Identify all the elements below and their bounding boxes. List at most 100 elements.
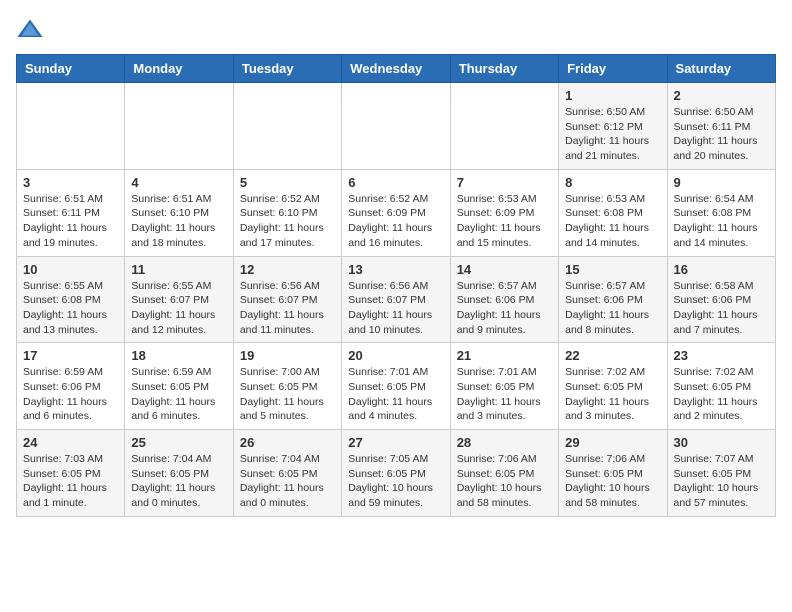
day-number: 20 xyxy=(348,348,443,363)
calendar-cell: 15 Sunrise: 6:57 AM Sunset: 6:06 PM Dayli… xyxy=(559,256,667,343)
calendar-cell: 28 Sunrise: 7:06 AM Sunset: 6:05 PM Dayli… xyxy=(450,430,558,517)
day-number: 26 xyxy=(240,435,335,450)
day-number: 21 xyxy=(457,348,552,363)
day-number: 2 xyxy=(674,88,769,103)
day-info: Sunrise: 7:00 AM Sunset: 6:05 PM Dayligh… xyxy=(240,365,335,424)
calendar-cell: 20Sunrise: 7:01 AM Sunset: 6:05 PM Dayli… xyxy=(342,343,450,430)
calendar-cell: 2 Sunrise: 6:50 AM Sunset: 6:11 PM Daylig… xyxy=(667,83,775,170)
day-number: 15 xyxy=(565,262,660,277)
calendar-week-row: 17 Sunrise: 6:59 AM Sunset: 6:06 PM Dayli… xyxy=(17,343,776,430)
day-number: 9 xyxy=(674,175,769,190)
calendar-cell: 7 Sunrise: 6:53 AM Sunset: 6:09 PM Daylig… xyxy=(450,169,558,256)
calendar-table: SundayMondayTuesdayWednesdayThursdayFrid… xyxy=(16,54,776,517)
calendar-cell: 19 Sunrise: 7:00 AM Sunset: 6:05 PM Dayli… xyxy=(233,343,341,430)
day-number: 24 xyxy=(23,435,118,450)
calendar-cell: 22Sunrise: 7:02 AM Sunset: 6:05 PM Dayli… xyxy=(559,343,667,430)
calendar-cell: 18 Sunrise: 6:59 AM Sunset: 6:05 PM Dayli… xyxy=(125,343,233,430)
calendar-cell xyxy=(342,83,450,170)
day-info: Sunrise: 6:55 AM Sunset: 6:07 PM Dayligh… xyxy=(131,279,226,338)
calendar-cell: 23 Sunrise: 7:02 AM Sunset: 6:05 PM Dayli… xyxy=(667,343,775,430)
day-info: Sunrise: 6:56 AM Sunset: 6:07 PM Dayligh… xyxy=(240,279,335,338)
day-number: 25 xyxy=(131,435,226,450)
calendar-week-row: 24 Sunrise: 7:03 AM Sunset: 6:05 PM Dayli… xyxy=(17,430,776,517)
calendar-cell: 25Sunrise: 7:04 AM Sunset: 6:05 PM Dayli… xyxy=(125,430,233,517)
day-info: Sunrise: 7:04 AM Sunset: 6:05 PM Dayligh… xyxy=(240,452,335,511)
column-header-saturday: Saturday xyxy=(667,55,775,83)
logo xyxy=(16,16,48,44)
calendar-week-row: 3 Sunrise: 6:51 AM Sunset: 6:11 PM Daylig… xyxy=(17,169,776,256)
calendar-cell: 11 Sunrise: 6:55 AM Sunset: 6:07 PM Dayli… xyxy=(125,256,233,343)
day-info: Sunrise: 6:50 AM Sunset: 6:12 PM Dayligh… xyxy=(565,105,660,164)
calendar-cell: 13 Sunrise: 6:56 AM Sunset: 6:07 PM Dayli… xyxy=(342,256,450,343)
calendar-week-row: 1Sunrise: 6:50 AM Sunset: 6:12 PM Daylig… xyxy=(17,83,776,170)
day-number: 27 xyxy=(348,435,443,450)
day-number: 6 xyxy=(348,175,443,190)
calendar-cell: 26 Sunrise: 7:04 AM Sunset: 6:05 PM Dayli… xyxy=(233,430,341,517)
day-number: 28 xyxy=(457,435,552,450)
calendar-cell: 29 Sunrise: 7:06 AM Sunset: 6:05 PM Dayli… xyxy=(559,430,667,517)
day-number: 4 xyxy=(131,175,226,190)
day-info: Sunrise: 6:55 AM Sunset: 6:08 PM Dayligh… xyxy=(23,279,118,338)
calendar-cell: 14 Sunrise: 6:57 AM Sunset: 6:06 PM Dayli… xyxy=(450,256,558,343)
day-info: Sunrise: 6:52 AM Sunset: 6:09 PM Dayligh… xyxy=(348,192,443,251)
column-header-wednesday: Wednesday xyxy=(342,55,450,83)
day-number: 29 xyxy=(565,435,660,450)
day-number: 13 xyxy=(348,262,443,277)
calendar-cell: 21 Sunrise: 7:01 AM Sunset: 6:05 PM Dayli… xyxy=(450,343,558,430)
calendar-cell: 6 Sunrise: 6:52 AM Sunset: 6:09 PM Daylig… xyxy=(342,169,450,256)
day-number: 17 xyxy=(23,348,118,363)
day-number: 23 xyxy=(674,348,769,363)
day-info: Sunrise: 6:51 AM Sunset: 6:10 PM Dayligh… xyxy=(131,192,226,251)
calendar-cell: 16Sunrise: 6:58 AM Sunset: 6:06 PM Dayli… xyxy=(667,256,775,343)
day-number: 18 xyxy=(131,348,226,363)
column-header-sunday: Sunday xyxy=(17,55,125,83)
calendar-cell xyxy=(125,83,233,170)
column-header-friday: Friday xyxy=(559,55,667,83)
day-info: Sunrise: 7:06 AM Sunset: 6:05 PM Dayligh… xyxy=(457,452,552,511)
calendar-cell: 30 Sunrise: 7:07 AM Sunset: 6:05 PM Dayli… xyxy=(667,430,775,517)
day-info: Sunrise: 6:59 AM Sunset: 6:05 PM Dayligh… xyxy=(131,365,226,424)
calendar-header-row: SundayMondayTuesdayWednesdayThursdayFrid… xyxy=(17,55,776,83)
day-number: 10 xyxy=(23,262,118,277)
day-info: Sunrise: 7:01 AM Sunset: 6:05 PM Dayligh… xyxy=(457,365,552,424)
day-number: 12 xyxy=(240,262,335,277)
day-info: Sunrise: 6:59 AM Sunset: 6:06 PM Dayligh… xyxy=(23,365,118,424)
calendar-cell: 10 Sunrise: 6:55 AM Sunset: 6:08 PM Dayli… xyxy=(17,256,125,343)
calendar-cell: 1Sunrise: 6:50 AM Sunset: 6:12 PM Daylig… xyxy=(559,83,667,170)
calendar-cell: 27 Sunrise: 7:05 AM Sunset: 6:05 PM Dayli… xyxy=(342,430,450,517)
column-header-monday: Monday xyxy=(125,55,233,83)
day-info: Sunrise: 6:56 AM Sunset: 6:07 PM Dayligh… xyxy=(348,279,443,338)
day-info: Sunrise: 6:50 AM Sunset: 6:11 PM Dayligh… xyxy=(674,105,769,164)
day-info: Sunrise: 6:54 AM Sunset: 6:08 PM Dayligh… xyxy=(674,192,769,251)
day-number: 3 xyxy=(23,175,118,190)
day-number: 8 xyxy=(565,175,660,190)
calendar-cell: 9 Sunrise: 6:54 AM Sunset: 6:08 PM Daylig… xyxy=(667,169,775,256)
day-info: Sunrise: 7:07 AM Sunset: 6:05 PM Dayligh… xyxy=(674,452,769,511)
day-number: 22 xyxy=(565,348,660,363)
calendar-cell xyxy=(233,83,341,170)
day-info: Sunrise: 7:06 AM Sunset: 6:05 PM Dayligh… xyxy=(565,452,660,511)
calendar-cell: 12 Sunrise: 6:56 AM Sunset: 6:07 PM Dayli… xyxy=(233,256,341,343)
calendar-cell: 8 Sunrise: 6:53 AM Sunset: 6:08 PM Daylig… xyxy=(559,169,667,256)
day-number: 14 xyxy=(457,262,552,277)
day-info: Sunrise: 6:57 AM Sunset: 6:06 PM Dayligh… xyxy=(457,279,552,338)
day-info: Sunrise: 6:57 AM Sunset: 6:06 PM Dayligh… xyxy=(565,279,660,338)
day-info: Sunrise: 7:03 AM Sunset: 6:05 PM Dayligh… xyxy=(23,452,118,511)
calendar-cell xyxy=(17,83,125,170)
calendar-cell: 3 Sunrise: 6:51 AM Sunset: 6:11 PM Daylig… xyxy=(17,169,125,256)
day-number: 30 xyxy=(674,435,769,450)
calendar-cell: 5Sunrise: 6:52 AM Sunset: 6:10 PM Daylig… xyxy=(233,169,341,256)
day-number: 11 xyxy=(131,262,226,277)
day-number: 16 xyxy=(674,262,769,277)
day-number: 7 xyxy=(457,175,552,190)
day-number: 19 xyxy=(240,348,335,363)
calendar-week-row: 10 Sunrise: 6:55 AM Sunset: 6:08 PM Dayli… xyxy=(17,256,776,343)
day-info: Sunrise: 7:02 AM Sunset: 6:05 PM Dayligh… xyxy=(674,365,769,424)
day-info: Sunrise: 6:51 AM Sunset: 6:11 PM Dayligh… xyxy=(23,192,118,251)
calendar-cell: 24 Sunrise: 7:03 AM Sunset: 6:05 PM Dayli… xyxy=(17,430,125,517)
day-info: Sunrise: 6:53 AM Sunset: 6:08 PM Dayligh… xyxy=(565,192,660,251)
day-info: Sunrise: 6:53 AM Sunset: 6:09 PM Dayligh… xyxy=(457,192,552,251)
day-info: Sunrise: 7:05 AM Sunset: 6:05 PM Dayligh… xyxy=(348,452,443,511)
calendar-cell: 4 Sunrise: 6:51 AM Sunset: 6:10 PM Daylig… xyxy=(125,169,233,256)
column-header-thursday: Thursday xyxy=(450,55,558,83)
